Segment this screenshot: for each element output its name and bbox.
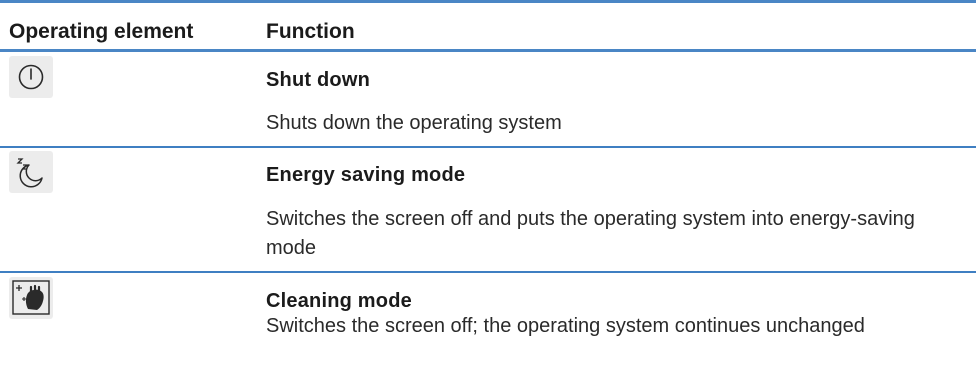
power-icon bbox=[18, 64, 44, 90]
operating-elements-table: Operating element Function Shut down Shu… bbox=[0, 0, 976, 369]
row-title-cleaning-mode: Cleaning mode bbox=[266, 290, 412, 312]
shut-down-button-icon-box bbox=[9, 56, 53, 98]
energy-saving-button-icon-box bbox=[9, 151, 53, 193]
column-header-function: Function bbox=[266, 20, 355, 43]
row-description-shut-down: Shuts down the operating system bbox=[266, 112, 562, 134]
row-description-cleaning-mode: Switches the screen off; the operating s… bbox=[266, 315, 865, 337]
column-header-operating-element: Operating element bbox=[9, 20, 194, 43]
row-divider bbox=[0, 146, 976, 148]
cleaning-mode-button-icon-box bbox=[9, 277, 53, 319]
table-top-rule bbox=[0, 0, 976, 3]
row-divider bbox=[0, 271, 976, 273]
header-rule bbox=[0, 49, 976, 52]
sleep-moon-icon bbox=[16, 158, 43, 188]
cleaning-hand-icon bbox=[12, 280, 50, 315]
row-title-shut-down: Shut down bbox=[266, 69, 370, 91]
row-title-energy-saving-mode: Energy saving mode bbox=[266, 164, 466, 186]
row-description-energy-saving-mode: Switches the screen off and puts the ope… bbox=[266, 208, 915, 259]
